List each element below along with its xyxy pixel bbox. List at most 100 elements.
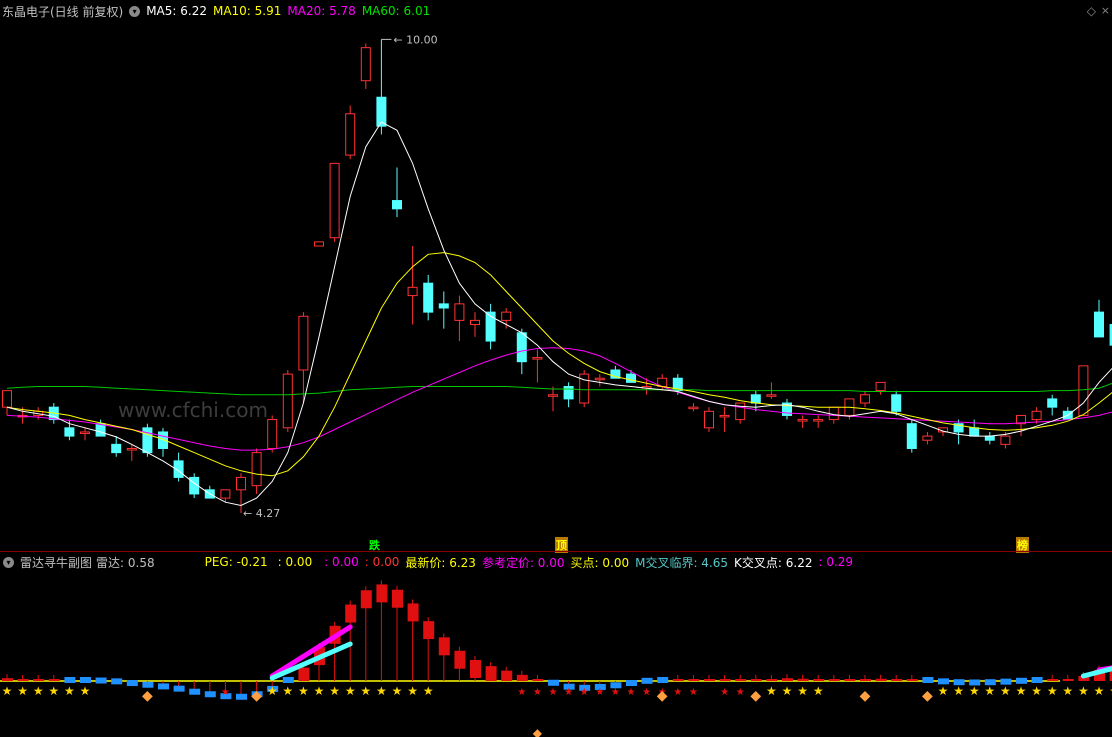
star-icon: ★ bbox=[1047, 684, 1058, 698]
radar-bar bbox=[345, 604, 357, 623]
candle-body bbox=[111, 443, 122, 454]
candle-body bbox=[750, 394, 761, 404]
candle-body bbox=[329, 162, 340, 239]
price-chart[interactable]: ← 10.00 ← 4.27 bbox=[0, 20, 1112, 570]
star-icon: ★ bbox=[298, 684, 309, 698]
candle-body bbox=[95, 423, 106, 437]
ma10-value: MA10: 5.91 bbox=[212, 4, 282, 18]
star-icon: ★ bbox=[1094, 684, 1105, 698]
radar-bar bbox=[17, 679, 29, 681]
radar-bar bbox=[766, 679, 778, 681]
chevron-down-icon[interactable]: ▾ bbox=[3, 556, 14, 568]
close-icon[interactable]: × bbox=[1101, 4, 1110, 17]
star-icon: ★ bbox=[221, 687, 230, 698]
star-icon: ★ bbox=[80, 684, 91, 698]
radar-bar bbox=[719, 679, 731, 681]
star-icon: ★ bbox=[423, 684, 434, 698]
star-icon: ★ bbox=[813, 684, 824, 698]
chevron-down-icon[interactable]: ▾ bbox=[129, 5, 141, 17]
radar-bar bbox=[438, 637, 450, 656]
candle-body bbox=[1047, 398, 1058, 408]
value-1: : 0.00 bbox=[277, 555, 313, 569]
candle-body bbox=[345, 113, 356, 156]
radar-bar bbox=[142, 681, 154, 688]
candle-body bbox=[64, 427, 75, 437]
radar-bar bbox=[2, 678, 13, 681]
star-icon: ★ bbox=[673, 687, 682, 698]
candle-body bbox=[220, 489, 231, 499]
candle-body bbox=[766, 394, 777, 397]
candle-body bbox=[80, 431, 90, 434]
radar-bar bbox=[282, 677, 294, 683]
candle-body bbox=[438, 303, 449, 309]
star-icon: ★ bbox=[314, 684, 325, 698]
radar-indicator-chart[interactable]: ★ ★ ★ ★ ★ ★ ★ ★ ★ ★ ★ ★ ★ ★ ★ ★ ★ ★ ★ ★ ★ ★ ★ ★ ★ ★ ★ ★ ★ ★ ★ ★ ★ ★ ★ ★ ★ ★ ★ ★… bbox=[0, 572, 1112, 737]
indicator-title: 雷达寻牛副图 bbox=[20, 555, 93, 570]
star-icon: ★ bbox=[376, 684, 387, 698]
radar-bar bbox=[922, 677, 934, 683]
star-icon: ★ bbox=[1000, 684, 1011, 698]
ma60-line bbox=[6, 382, 1112, 396]
radar-bar bbox=[891, 679, 903, 681]
radar-bar bbox=[485, 666, 497, 681]
radar-bar bbox=[298, 667, 310, 681]
value-4: : 0.29 bbox=[818, 555, 854, 569]
radar-bar bbox=[236, 693, 247, 700]
candle-body bbox=[314, 241, 324, 247]
radar-bar bbox=[1031, 677, 1043, 683]
radar-bar bbox=[204, 691, 216, 698]
radar-bar bbox=[360, 590, 372, 609]
star-icon: ★ bbox=[611, 687, 620, 698]
radar-bar bbox=[111, 678, 123, 685]
star-icon: ★ bbox=[564, 687, 573, 698]
candle-body bbox=[298, 315, 309, 371]
candle-body bbox=[251, 452, 262, 487]
diamond-icon: ◆ bbox=[750, 688, 761, 704]
candle-body bbox=[860, 394, 870, 404]
candle-body bbox=[501, 311, 512, 321]
star-icon: ★ bbox=[642, 687, 651, 698]
candle-body bbox=[423, 282, 434, 313]
diamond-icon: ◆ bbox=[657, 688, 668, 704]
star-icon: ★ bbox=[1062, 684, 1073, 698]
star-icon: ★ bbox=[984, 684, 995, 698]
diamond-icon: ◆ bbox=[142, 688, 153, 704]
star-icon: ★ bbox=[2, 684, 13, 698]
star-icon: ★ bbox=[549, 687, 558, 698]
radar-bar bbox=[688, 679, 700, 681]
radar-bar bbox=[657, 677, 669, 683]
ma20-value: MA20: 5.78 bbox=[287, 4, 356, 18]
candle-body bbox=[282, 373, 293, 429]
candle-body bbox=[1094, 311, 1104, 338]
candle-body bbox=[891, 394, 902, 412]
low-price-label: ← 4.27 bbox=[243, 507, 280, 520]
radar-bar bbox=[189, 688, 201, 695]
candle-body bbox=[594, 377, 605, 381]
ma5-value: MA5: 6.22 bbox=[146, 4, 207, 18]
buy-point: 买点: 0.00 bbox=[570, 555, 630, 570]
candle-body bbox=[2, 390, 12, 408]
k-cross-point: K交叉点: 6.22 bbox=[734, 555, 813, 570]
star-icon: ★ bbox=[1031, 684, 1042, 698]
candle-body bbox=[1000, 435, 1011, 445]
radar-bar bbox=[875, 678, 887, 681]
ma10-line bbox=[6, 252, 1112, 477]
main-chart-header: 东晶电子(日线 前复权) ▾ MA5: 6.22 MA10: 5.91 MA20… bbox=[0, 1, 436, 21]
candle-body bbox=[563, 386, 574, 400]
star-icon: ★ bbox=[782, 684, 793, 698]
radar-bar bbox=[48, 679, 60, 681]
radar-bar bbox=[173, 685, 185, 692]
candle-body bbox=[704, 410, 714, 429]
candle-body bbox=[454, 303, 465, 321]
chart-title: 东晶电子(日线 前复权) bbox=[2, 4, 124, 19]
diamond-icon[interactable]: ◇ bbox=[1087, 4, 1096, 18]
radar-bar bbox=[423, 621, 435, 640]
radar-bar bbox=[501, 670, 513, 681]
radar-bar bbox=[735, 679, 747, 681]
star-icon: ★ bbox=[517, 687, 526, 698]
radar-bar bbox=[126, 680, 138, 687]
star-icon: ★ bbox=[953, 684, 964, 698]
radar-bar bbox=[844, 679, 856, 681]
radar-bar bbox=[1047, 679, 1059, 681]
radar-bar bbox=[672, 679, 684, 681]
